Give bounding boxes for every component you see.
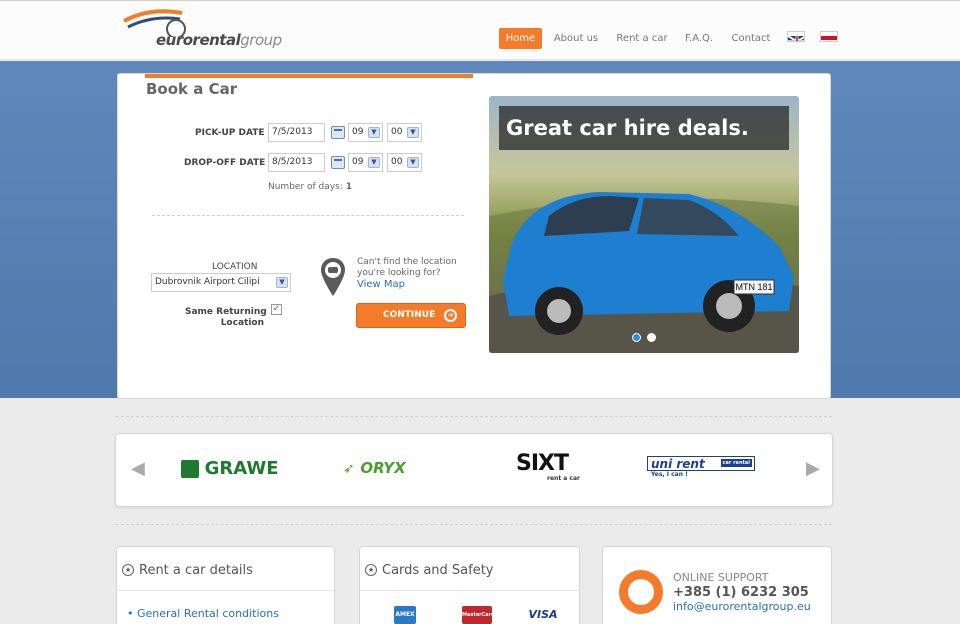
booking-title: Book a Car	[146, 80, 238, 98]
partner-logo-oryx[interactable]: ➶ ORYX	[343, 458, 406, 477]
dropoff-minute-select[interactable]: 00 ▼	[387, 153, 422, 172]
visa-card-icon: VISA	[528, 608, 558, 621]
partner-name: SIXT	[516, 451, 569, 476]
support-phone[interactable]: +385 (1) 6232 305	[673, 585, 809, 600]
section-divider	[116, 524, 832, 525]
days-value: 1	[345, 182, 352, 192]
pickup-hour-select[interactable]: 09 ▼	[348, 123, 383, 142]
section-divider	[116, 416, 832, 417]
english-flag-icon[interactable]	[787, 31, 805, 42]
amex-card-icon: AMEX	[394, 606, 416, 624]
view-map-link[interactable]: View Map	[357, 279, 405, 290]
partner-logo-sixt[interactable]: SIXT rent a car	[516, 451, 586, 483]
dropoff-hour-select[interactable]: 09 ▼	[348, 153, 383, 172]
dropoff-calendar-icon[interactable]	[331, 156, 345, 169]
nav-about-us[interactable]: About us	[550, 28, 602, 49]
chevron-right-icon[interactable]: ▶	[806, 458, 820, 479]
dropoff-minute-value: 00	[391, 157, 403, 167]
lifebuoy-icon	[619, 570, 663, 614]
star-icon: ★	[365, 564, 377, 576]
continue-label: CONTINUE	[383, 310, 436, 320]
chevron-down-icon: ▼	[368, 157, 380, 168]
slider-dot-2[interactable]	[647, 333, 656, 342]
form-divider	[152, 215, 464, 216]
nav-rent-a-car[interactable]: Rent a car	[613, 28, 671, 49]
grawe-shield-icon	[181, 459, 199, 478]
box-header: ★ Rent a car details	[117, 547, 334, 591]
slider-caption: Great car hire deals.	[499, 106, 789, 150]
box-header: ★ Cards and Safety	[360, 547, 579, 591]
same-return-label-line2: Location	[220, 318, 264, 328]
support-email-link[interactable]: info@eurorentalgroup.eu	[673, 600, 811, 613]
partner-tag: car rental	[720, 459, 752, 467]
rental-conditions-link[interactable]: • General Rental conditions	[127, 607, 279, 620]
location-select[interactable]: Dubrovnik Airport Cilipi ▼	[151, 273, 291, 292]
pickup-date-label: PICK-UP DATE	[195, 128, 265, 138]
dropoff-date-input[interactable]: 8/5/2013	[268, 153, 325, 172]
pickup-hour-value: 09	[352, 127, 364, 137]
partner-name: ORYX	[360, 459, 406, 477]
same-return-checkbox[interactable]: ✓	[271, 304, 282, 315]
same-return-label: Same Returning Location	[185, 307, 267, 329]
chevron-down-icon: ▼	[407, 127, 419, 138]
chevron-left-icon[interactable]: ◀	[131, 458, 145, 479]
partner-logo-grawe[interactable]: GRAWE	[181, 458, 279, 479]
oryx-animal-icon: ➶	[343, 461, 355, 477]
rental-conditions-label: General Rental conditions	[137, 607, 279, 620]
same-return-label-line1: Same Returning	[185, 307, 267, 317]
star-icon: ★	[122, 564, 134, 576]
cant-find-text: Can't find the location you're looking f…	[357, 257, 457, 278]
nav-faq[interactable]: F.A.Q.	[681, 28, 717, 49]
chevron-down-icon: ▼	[407, 157, 419, 168]
partner-logo-unirent[interactable]: uni rent car rental Yes, I can !	[647, 456, 755, 478]
box-title: Rent a car details	[139, 563, 253, 578]
arrow-right-icon: ➜	[444, 309, 457, 322]
support-title: ONLINE SUPPORT	[673, 571, 769, 584]
box-title: Cards and Safety	[382, 563, 494, 578]
croatian-flag-icon[interactable]	[820, 31, 838, 42]
brand-logo[interactable]: eurorentalgroup	[120, 7, 300, 51]
mastercard-card-icon: MasterCard	[462, 606, 495, 624]
slider-pagination	[632, 333, 662, 345]
partner-subtitle: Yes, I can !	[651, 471, 688, 478]
dropoff-hour-value: 09	[352, 157, 364, 167]
partner-name: uni rent	[651, 457, 705, 471]
dropoff-date-label: DROP-OFF DATE	[184, 158, 266, 168]
location-label: LOCATION	[212, 262, 258, 272]
partner-subtitle: rent a car	[547, 475, 580, 482]
promo-slider[interactable]: MTN 181 Great car hire deals.	[489, 96, 799, 353]
slider-dot-1[interactable]	[632, 333, 641, 342]
days-label: Number of days:	[268, 182, 343, 192]
pickup-date-input[interactable]: 7/5/2013	[268, 123, 325, 142]
nav-contact[interactable]: Contact	[730, 28, 772, 49]
site-header: eurorentalgroup Home About us Rent a car…	[0, 0, 960, 60]
nav-home[interactable]: Home	[499, 28, 542, 49]
pickup-minute-select[interactable]: 00 ▼	[387, 123, 422, 142]
chevron-down-icon: ▼	[276, 277, 288, 288]
pickup-calendar-icon[interactable]	[331, 126, 345, 139]
rent-details-box: ★ Rent a car details • General Rental co…	[116, 546, 335, 624]
logo-text: eurorentalgroup	[156, 31, 282, 49]
partner-name: GRAWE	[204, 458, 279, 479]
chevron-down-icon: ▼	[368, 127, 380, 138]
booking-accent-bar	[145, 74, 473, 78]
license-plate-text: MTN 181	[735, 282, 772, 292]
days-count: Number of days: 1	[268, 182, 352, 192]
continue-button[interactable]: CONTINUE ➜	[356, 303, 466, 328]
map-pin-icon	[321, 258, 345, 296]
pickup-minute-value: 00	[391, 127, 403, 137]
location-value: Dubrovnik Airport Cilipi	[155, 277, 260, 287]
